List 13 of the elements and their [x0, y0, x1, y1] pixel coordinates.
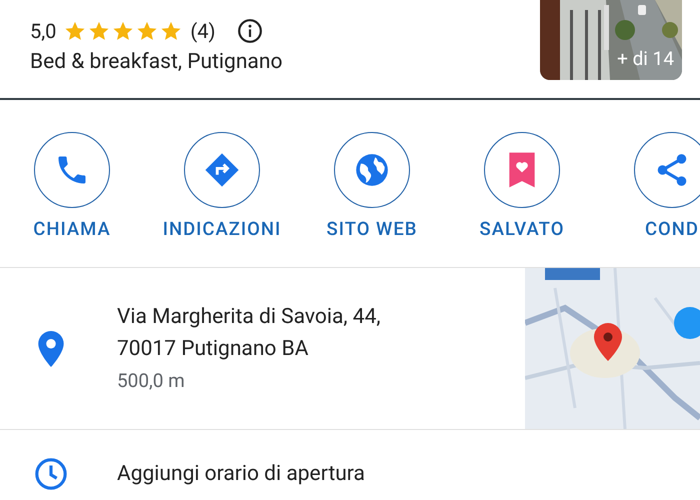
add-hours-link[interactable]: Aggiungi orario di apertura — [117, 462, 365, 486]
website-action-button[interactable]: SITO WEB — [297, 132, 447, 267]
address-line: Via Margherita di Savoia, 44, — [117, 305, 382, 329]
photo-count[interactable]: + di 14 — [617, 47, 674, 70]
save-action-button[interactable]: SALVATO — [447, 132, 597, 267]
share-action-button[interactable]: COND — [597, 132, 700, 267]
directions-action-button[interactable]: INDICAZIONI — [147, 132, 297, 267]
call-action-button[interactable]: CHIAMA — [0, 132, 147, 267]
address-line: 70017 Putignano BA — [117, 337, 310, 361]
rating-value: 5,0 — [30, 19, 56, 43]
distance-text: 500,0 m — [117, 369, 186, 392]
review-count: (4) — [190, 19, 216, 43]
place-category: Bed & breakfast, Putignano — [30, 50, 282, 74]
